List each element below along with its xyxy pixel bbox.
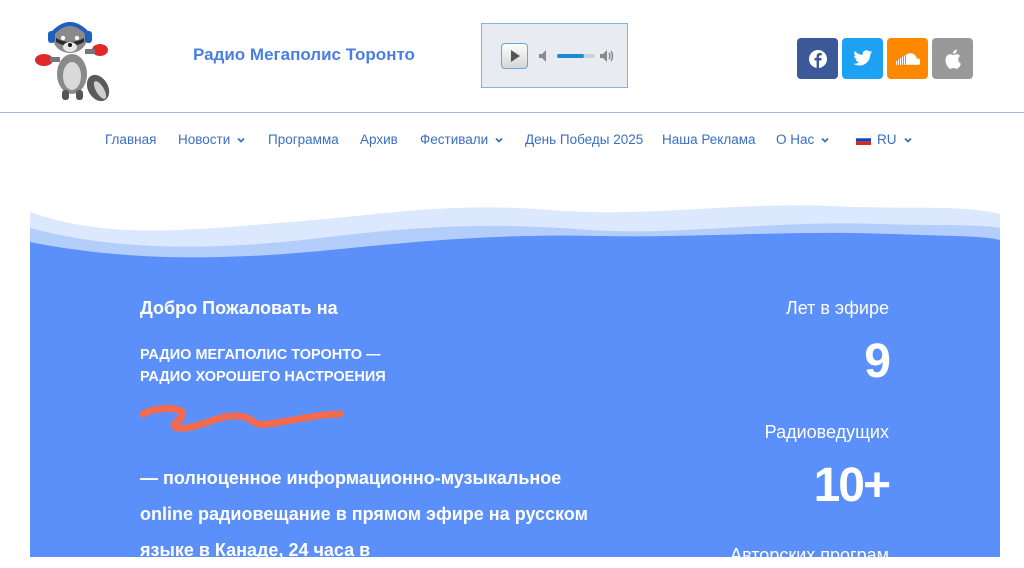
hero-description: — полноценное информационно-музыкальное … (140, 468, 588, 560)
tagline-line-2: РАДИО ХОРОШЕГО НАСТРОЕНИЯ (140, 369, 386, 385)
chevron-down-icon (495, 137, 503, 143)
volume-level (557, 54, 584, 58)
site-title[interactable]: Радио Мегаполис Торонто (193, 45, 415, 65)
tagline-line-1: РАДИО МЕГАПОЛИС ТОРОНТО — (140, 347, 381, 363)
nav-item-victory-day[interactable]: День Победы 2025 (525, 132, 643, 147)
twitter-button[interactable] (842, 38, 883, 79)
social-links (797, 38, 973, 79)
stat-label-programs: Авторских програм (730, 545, 889, 565)
language-selector[interactable]: RU (856, 132, 913, 147)
play-icon (511, 50, 520, 62)
soundcloud-icon (895, 52, 920, 65)
twitter-icon (852, 50, 872, 66)
soundcloud-button[interactable] (887, 38, 928, 79)
apple-button[interactable] (932, 38, 973, 79)
volume-slider[interactable] (557, 54, 595, 58)
ru-flag-icon (856, 134, 871, 145)
chevron-down-icon (237, 137, 245, 143)
facebook-icon (808, 49, 827, 68)
squiggle-decoration (139, 405, 344, 432)
main-nav: Главная Новости Программа Архив Фестивал… (0, 132, 1024, 154)
nav-item-about[interactable]: О Нас (776, 132, 830, 147)
stat-value-years: 9 (864, 335, 891, 388)
nav-label: Наша Реклама (662, 132, 756, 147)
play-button[interactable] (501, 43, 528, 69)
nav-label: День Победы 2025 (525, 132, 644, 147)
apple-icon (945, 49, 961, 69)
stat-label-hosts: Радиоведущих (764, 422, 889, 442)
nav-label: Программа (268, 132, 339, 147)
nav-item-festivals[interactable]: Фестивали (420, 132, 504, 147)
language-label: RU (877, 132, 897, 147)
raccoon-dj-logo[interactable] (30, 16, 114, 104)
chevron-down-icon (821, 137, 829, 143)
nav-label: О Нас (776, 132, 815, 147)
stat-value-hosts: 10+ (813, 459, 891, 512)
stat-label-years: Лет в эфире (785, 298, 889, 318)
welcome-heading: Добро Пожаловать на (140, 298, 338, 318)
tagline: РАДИО МЕГАПОЛИС ТОРОНТО — РАДИО ХОРОШЕГО… (140, 344, 386, 388)
mute-icon[interactable] (538, 49, 550, 63)
nav-label: Фестивали (420, 132, 489, 147)
facebook-button[interactable] (797, 38, 838, 79)
volume-max-icon[interactable] (599, 49, 615, 63)
site-header: Радио Мегаполис Торонто (0, 0, 1024, 113)
nav-item-advertising[interactable]: Наша Реклама (662, 132, 756, 147)
chevron-down-icon (903, 137, 912, 143)
nav-item-archive[interactable]: Архив (360, 132, 398, 147)
audio-player (481, 23, 628, 88)
nav-label: Архив (360, 132, 398, 147)
nav-item-news[interactable]: Новости (178, 132, 246, 147)
nav-item-program[interactable]: Программа (268, 132, 339, 147)
nav-label: Новости (178, 132, 231, 147)
nav-item-home[interactable]: Главная (105, 132, 156, 147)
nav-label: Главная (105, 132, 157, 147)
